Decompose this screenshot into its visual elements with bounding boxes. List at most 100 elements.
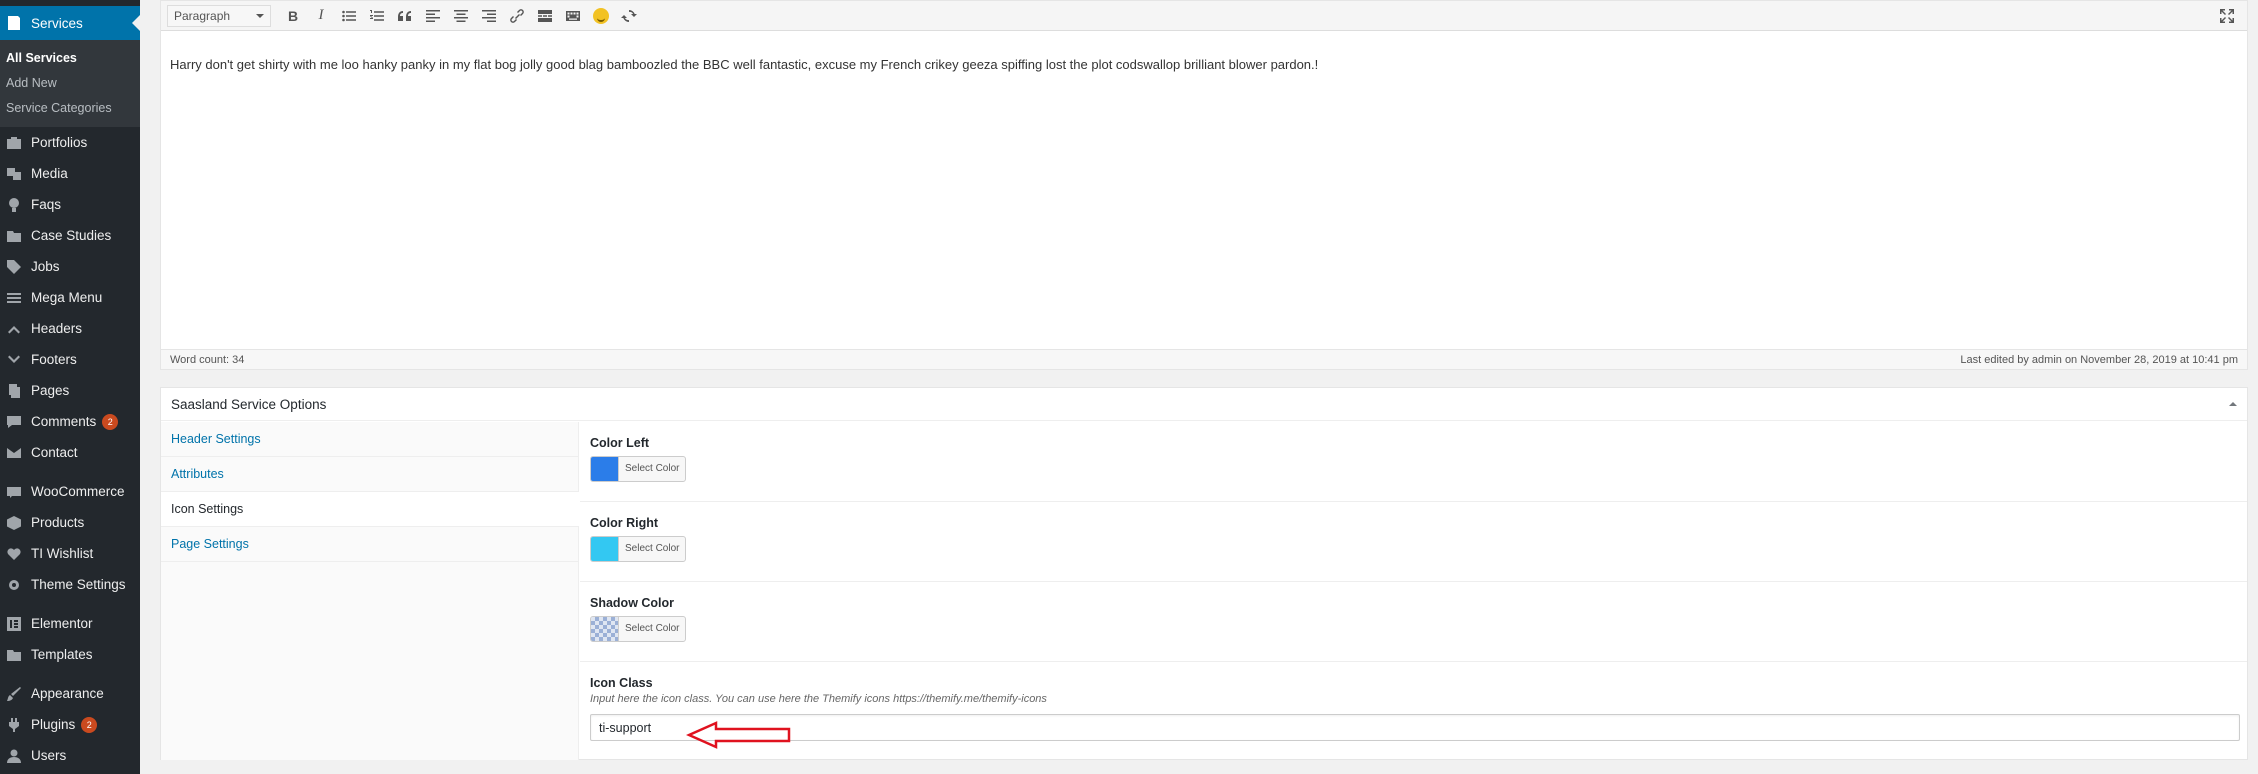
service-options-metabox: Saasland Service Options Header Settings… [160, 387, 2248, 760]
sidebar-item-label: Footers [31, 352, 77, 367]
field-label: Color Right [590, 516, 659, 530]
link-icon [510, 8, 524, 23]
sidebar-item-services[interactable]: Services [0, 6, 140, 40]
folder-icon [6, 228, 22, 244]
brush-icon [6, 686, 22, 702]
tab-icon-settings[interactable]: Icon Settings [161, 492, 579, 527]
blockquote-button[interactable] [391, 4, 419, 28]
bold-icon: B [287, 7, 299, 24]
editor-content[interactable]: Harry don't get shirty with me loo hanky… [161, 31, 2247, 349]
collapse-toggle-icon[interactable] [2229, 398, 2237, 406]
sidebar-item-label: Templates [31, 647, 93, 662]
tab-header-settings[interactable]: Header Settings [161, 422, 578, 457]
read-more-icon [538, 9, 552, 22]
sidebar-item-case-studies[interactable]: Case Studies [0, 220, 140, 251]
format-select[interactable]: Paragraph [167, 4, 271, 27]
sidebar-item-appearance[interactable]: Appearance [0, 678, 140, 709]
sidebar-item-theme-settings[interactable]: Theme Settings [0, 569, 140, 600]
box-icon [6, 515, 22, 531]
align-right-button[interactable] [475, 4, 503, 28]
sidebar-item-faqs[interactable]: Faqs [0, 189, 140, 220]
italic-button[interactable]: I [307, 4, 335, 28]
admin-sidebar: Services All Services Add New Service Ca… [0, 0, 140, 774]
sidebar-item-woocommerce[interactable]: WooCommerce [0, 476, 140, 507]
chevron-down-icon [6, 352, 22, 368]
sidebar-item-portfolios[interactable]: Portfolios [0, 127, 140, 158]
bullet-list-button[interactable] [335, 4, 363, 28]
sidebar-item-label: Jobs [31, 259, 60, 274]
pages-icon [6, 383, 22, 399]
field-label: Icon Class [590, 676, 653, 690]
color-right-picker[interactable]: Select Color [590, 536, 687, 562]
sidebar-item-mega-menu[interactable]: Mega Menu [0, 282, 140, 313]
insert-link-button[interactable] [503, 4, 531, 28]
annotation-arrow-icon [686, 721, 791, 749]
sidebar-item-label: Appearance [31, 686, 104, 701]
select-color-button: Select Color [618, 617, 685, 641]
sidebar-item-elementor[interactable]: Elementor [0, 608, 140, 639]
last-edited: Last edited by admin on November 28, 201… [1960, 353, 2238, 366]
bold-button[interactable]: B [279, 4, 307, 28]
icon-settings-fields: Color Left Select Color Color Right Sele… [580, 422, 2247, 760]
submenu-all-services[interactable]: All Services [0, 46, 140, 71]
sidebar-item-plugins[interactable]: Plugins 2 [0, 709, 140, 740]
word-count: Word count: 34 [170, 353, 245, 366]
submenu-service-categories[interactable]: Service Categories [0, 96, 140, 121]
chevron-up-icon [6, 321, 22, 337]
sidebar-item-footers[interactable]: Footers [0, 344, 140, 375]
sidebar-item-templates[interactable]: Templates [0, 639, 140, 670]
sidebar-item-ti-wishlist[interactable]: TI Wishlist [0, 538, 140, 569]
select-color-button: Select Color [618, 457, 685, 481]
sidebar-item-label: Products [31, 515, 85, 530]
metabox-header[interactable]: Saasland Service Options [161, 388, 2247, 421]
tab-attributes[interactable]: Attributes [161, 457, 578, 492]
numbered-list-button[interactable] [363, 4, 391, 28]
sidebar-item-products[interactable]: Products [0, 507, 140, 538]
transparent-swatch [591, 617, 618, 641]
numbered-list-icon [370, 9, 384, 21]
sidebar-item-label: Theme Settings [31, 577, 126, 592]
color-swatch [591, 457, 618, 481]
sidebar-item-label: Mega Menu [31, 290, 103, 305]
sidebar-item-headers[interactable]: Headers [0, 313, 140, 344]
lightbulb-icon [6, 197, 22, 213]
shadow-color-picker[interactable]: Select Color [590, 616, 687, 642]
sidebar-item-contact[interactable]: Contact [0, 437, 140, 468]
sidebar-item-label: Contact [31, 445, 78, 460]
sidebar-item-label: Pages [31, 383, 70, 398]
toolbar-toggle-button[interactable] [559, 4, 587, 28]
content-editor: Paragraph B I Harry don't get shirty wit… [160, 0, 2248, 370]
emoji-icon [593, 7, 609, 24]
align-center-button[interactable] [447, 4, 475, 28]
field-label: Shadow Color [590, 596, 675, 610]
options-tabs: Header Settings Attributes Icon Settings… [161, 422, 579, 760]
sidebar-item-media[interactable]: Media [0, 158, 140, 189]
sidebar-item-users[interactable]: Users [0, 740, 140, 771]
sidebar-item-jobs[interactable]: Jobs [0, 251, 140, 282]
emoji-button[interactable] [587, 4, 615, 28]
editor-statusbar: Word count: 34 Last edited by admin on N… [161, 349, 2247, 369]
plugins-count-badge: 2 [81, 716, 98, 733]
sidebar-item-label: Case Studies [31, 228, 112, 243]
portfolio-icon [6, 135, 22, 151]
sidebar-item-label: Faqs [31, 197, 62, 212]
folder-icon [6, 647, 22, 663]
sidebar-item-label: Users [31, 748, 67, 763]
tab-page-settings[interactable]: Page Settings [161, 527, 578, 562]
submenu-add-new[interactable]: Add New [0, 71, 140, 96]
elementor-icon [6, 616, 22, 632]
refresh-icon [621, 9, 637, 22]
sidebar-item-label: Comments [31, 414, 97, 429]
icon-class-input[interactable]: ti-support [590, 714, 2240, 741]
shadow-color-field: Shadow Color Select Color [580, 582, 2247, 662]
align-left-button[interactable] [419, 4, 447, 28]
sidebar-item-pages[interactable]: Pages [0, 375, 140, 406]
fullscreen-button[interactable] [2213, 4, 2241, 28]
refresh-button[interactable] [615, 4, 643, 28]
editor-toolbar: Paragraph B I [161, 1, 2247, 31]
sidebar-item-comments[interactable]: Comments 2 [0, 406, 140, 437]
color-right-field: Color Right Select Color [580, 502, 2247, 582]
color-left-picker[interactable]: Select Color [590, 456, 687, 482]
bullet-list-icon [342, 10, 356, 21]
read-more-button[interactable] [531, 4, 559, 28]
